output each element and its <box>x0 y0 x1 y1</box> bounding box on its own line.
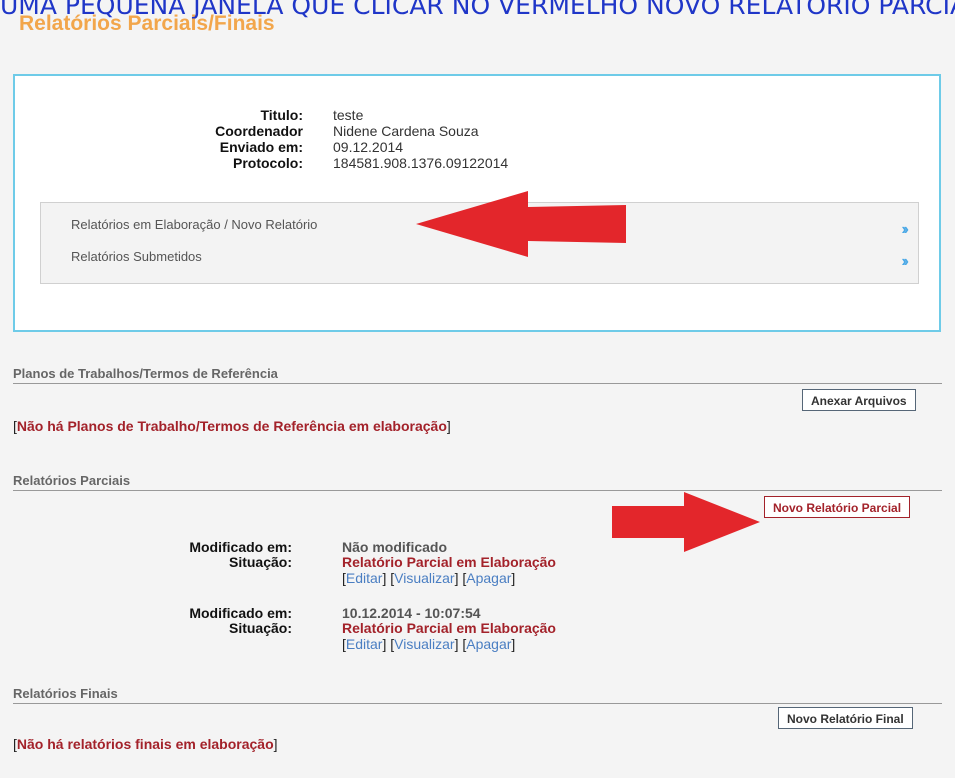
info-row-titulo: Titulo: teste <box>15 107 508 123</box>
red-arrow-right-icon <box>612 492 760 552</box>
section-title-planos: Planos de Trabalhos/Termos de Referência <box>13 366 278 381</box>
info-value: 09.12.2014 <box>333 139 404 155</box>
section-divider <box>13 383 942 384</box>
info-row-enviado: Enviado em: 09.12.2014 <box>15 139 508 155</box>
double-chevron-right-icon[interactable]: ›› <box>901 253 908 271</box>
info-details: Titulo: teste Coordenador Nidene Cardena… <box>15 107 508 171</box>
finais-notice-text: Não há relatórios finais em elaboração <box>16 736 274 752</box>
section-divider <box>13 703 942 704</box>
novo-relatorio-parcial-button[interactable]: Novo Relatório Parcial <box>764 496 911 518</box>
novo-relatorio-final-button[interactable]: Novo Relatório Final <box>778 707 913 729</box>
finais-empty-notice: [Não há relatórios finais em elaboração] <box>13 736 278 752</box>
info-label: Coordenador <box>215 123 303 139</box>
planos-notice-text: Não há Planos de Trabalho/Termos de Refe… <box>16 418 447 434</box>
page-title: Relatórios Parciais/Finais <box>19 12 275 35</box>
visualizar-link[interactable]: Visualizar <box>394 570 454 586</box>
menu-item-submetidos[interactable]: Relatórios Submetidos <box>71 249 202 264</box>
info-value: Nidene Cardena Souza <box>333 123 479 139</box>
info-label: Titulo: <box>260 107 303 123</box>
modified-value: Não modificado <box>342 539 448 555</box>
modified-label: Modificado em: <box>189 605 292 621</box>
double-chevron-right-icon[interactable]: ›› <box>901 221 908 239</box>
status-label: Situação: <box>228 554 292 570</box>
info-value: 184581.908.1376.09122014 <box>333 155 509 171</box>
planos-empty-notice: [Não há Planos de Trabalho/Termos de Ref… <box>13 418 451 434</box>
section-title-parciais: Relatórios Parciais <box>13 473 131 488</box>
section-divider <box>13 490 942 491</box>
status-value: Relatório Parcial em Elaboração <box>342 620 556 636</box>
visualizar-link[interactable]: Visualizar <box>394 636 454 652</box>
entry-actions: [Editar] [Visualizar] [Apagar] <box>342 636 516 652</box>
section-title-finais: Relatórios Finais <box>13 686 118 701</box>
entry-actions: [Editar] [Visualizar] [Apagar] <box>342 570 516 586</box>
editar-link[interactable]: Editar <box>346 570 383 586</box>
status-label: Situação: <box>228 620 292 636</box>
info-row-coordenador: Coordenador Nidene Cardena Souza <box>15 123 508 139</box>
editar-link[interactable]: Editar <box>346 636 383 652</box>
info-label: Protocolo: <box>233 155 303 171</box>
info-value: teste <box>333 107 364 123</box>
menu-item-em-elaboracao[interactable]: Relatórios em Elaboração / Novo Relatóri… <box>71 217 317 232</box>
info-row-protocolo: Protocolo: 184581.908.1376.09122014 <box>15 155 508 171</box>
red-arrow-left-icon <box>416 191 626 257</box>
apagar-link[interactable]: Apagar <box>466 570 511 586</box>
apagar-link[interactable]: Apagar <box>466 636 511 652</box>
modified-value: 10.12.2014 - 10:07:54 <box>342 605 481 621</box>
modified-label: Modificado em: <box>189 539 292 555</box>
status-value: Relatório Parcial em Elaboração <box>342 554 556 570</box>
anexar-arquivos-button[interactable]: Anexar Arquivos <box>802 389 916 411</box>
info-label: Enviado em: <box>219 139 303 155</box>
